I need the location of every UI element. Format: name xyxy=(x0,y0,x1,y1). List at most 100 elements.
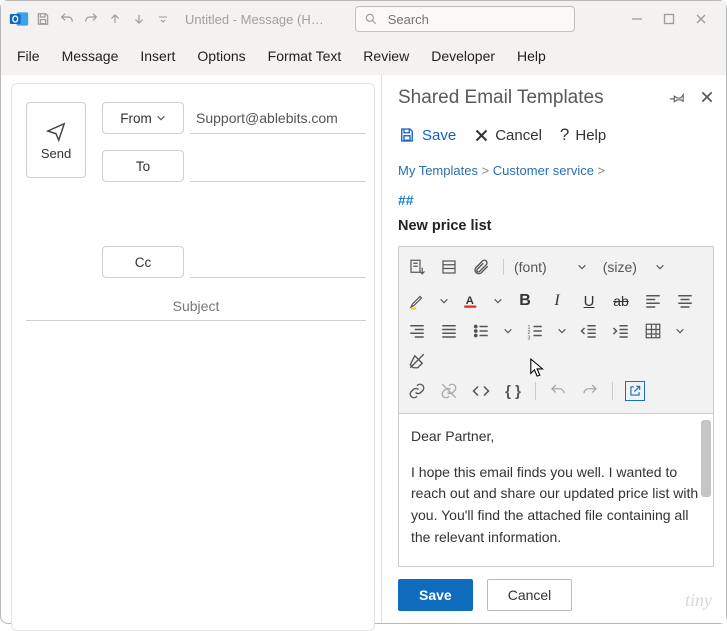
cc-button[interactable]: Cc xyxy=(102,246,184,278)
templates-cancel-label: Cancel xyxy=(495,127,542,144)
search-input[interactable] xyxy=(386,11,566,28)
qat-down-icon[interactable] xyxy=(131,11,147,27)
underline-icon[interactable]: U xyxy=(579,291,599,311)
from-button[interactable]: From xyxy=(102,102,184,134)
svg-text:A: A xyxy=(466,295,474,307)
ribbon-tab-developer[interactable]: Developer xyxy=(431,48,495,64)
unlink-icon[interactable] xyxy=(439,381,459,401)
clear-format-icon[interactable] xyxy=(407,351,427,371)
align-center-icon[interactable] xyxy=(675,291,695,311)
attachment-icon[interactable] xyxy=(471,257,491,277)
italic-icon[interactable]: I xyxy=(547,291,567,311)
templates-save-label: Save xyxy=(422,127,456,144)
qat-redo-icon[interactable] xyxy=(83,11,99,27)
chevron-down-icon xyxy=(156,113,166,123)
close-pane-icon[interactable] xyxy=(700,90,714,106)
save-icon xyxy=(398,126,416,144)
footer-save-button[interactable]: Save xyxy=(398,579,473,611)
search-box[interactable] xyxy=(355,6,575,32)
body-greeting: Dear Partner, xyxy=(411,426,701,448)
from-value[interactable]: Support@ablebits.com xyxy=(190,102,366,134)
qat-up-icon[interactable] xyxy=(107,11,123,27)
editor: (font) (size) A B I U xyxy=(398,246,714,567)
templates-cancel-button[interactable]: Cancel xyxy=(474,127,542,144)
ribbon-tab-message[interactable]: Message xyxy=(62,48,119,64)
window-close-icon[interactable] xyxy=(694,12,708,26)
pin-icon[interactable] xyxy=(670,90,686,106)
subject-row[interactable]: Subject xyxy=(26,298,366,321)
editor-body[interactable]: Dear Partner, I hope this email finds yo… xyxy=(399,414,713,566)
undo-icon[interactable] xyxy=(548,381,568,401)
ribbon-tab-review[interactable]: Review xyxy=(363,48,409,64)
template-name[interactable]: New price list xyxy=(398,218,714,234)
chevron-down-icon xyxy=(655,262,665,272)
chevron-down-icon[interactable] xyxy=(493,296,503,306)
templates-toolbar: Save Cancel ? Help xyxy=(398,125,714,145)
window-minimize-icon[interactable] xyxy=(630,12,644,26)
popout-icon[interactable] xyxy=(625,381,645,401)
cc-field[interactable] xyxy=(190,246,366,278)
bullets-icon[interactable] xyxy=(471,321,491,341)
templates-pane: Shared Email Templates Save Cancel ? Hel… xyxy=(381,75,726,623)
crumb-my-templates[interactable]: My Templates xyxy=(398,163,478,178)
outlook-logo-icon xyxy=(9,9,29,29)
font-family-label: (font) xyxy=(514,259,547,275)
templates-help-button[interactable]: ? Help xyxy=(560,125,606,145)
ribbon-tab-formattext[interactable]: Format Text xyxy=(268,48,342,64)
titlebar: Untitled - Message (H… xyxy=(1,1,726,37)
chevron-down-icon xyxy=(577,262,587,272)
templates-title: Shared Email Templates xyxy=(398,87,670,109)
body-paragraph: I hope this email finds you well. I want… xyxy=(411,462,701,549)
font-size-select[interactable]: (size) xyxy=(599,259,665,275)
ribbon-tab-file[interactable]: File xyxy=(17,48,40,64)
window-title: Untitled - Message (H… xyxy=(185,12,324,27)
insert-template-icon[interactable] xyxy=(407,257,427,277)
numbered-list-icon[interactable]: 123 xyxy=(525,321,545,341)
footer-cancel-button[interactable]: Cancel xyxy=(487,579,573,611)
cancel-icon xyxy=(474,128,489,143)
ribbon-tab-insert[interactable]: Insert xyxy=(140,48,175,64)
code-icon[interactable] xyxy=(471,381,491,401)
tiny-logo: tiny xyxy=(685,590,712,611)
redo-icon[interactable] xyxy=(580,381,600,401)
outdent-icon[interactable] xyxy=(579,321,599,341)
qat-overflow-icon[interactable] xyxy=(155,11,171,27)
to-field[interactable] xyxy=(190,150,366,182)
templates-save-button[interactable]: Save xyxy=(398,126,456,144)
align-justify-icon[interactable] xyxy=(439,321,459,341)
panel-icon[interactable] xyxy=(439,257,459,277)
editor-scrollbar[interactable] xyxy=(701,420,711,560)
window-maximize-icon[interactable] xyxy=(662,12,676,26)
ribbon-tab-help[interactable]: Help xyxy=(517,48,546,64)
compose-pane: Send From Support@ablebits.com To Cc Sub… xyxy=(11,83,375,631)
highlight-icon[interactable] xyxy=(407,291,427,311)
font-family-select[interactable]: (font) xyxy=(503,259,587,275)
send-button[interactable]: Send xyxy=(26,102,86,178)
chevron-down-icon[interactable] xyxy=(557,326,567,336)
template-tags[interactable]: ## xyxy=(398,192,714,208)
qat-save-icon[interactable] xyxy=(35,11,51,27)
bold-icon[interactable]: B xyxy=(515,291,535,311)
send-label: Send xyxy=(41,146,71,161)
templates-help-label: Help xyxy=(575,127,606,144)
indent-icon[interactable] xyxy=(611,321,631,341)
align-left-icon[interactable] xyxy=(643,291,663,311)
crumb-customer-service[interactable]: Customer service xyxy=(493,163,594,178)
chevron-down-icon[interactable] xyxy=(503,326,513,336)
ribbon-tab-options[interactable]: Options xyxy=(197,48,245,64)
from-label: From xyxy=(120,111,152,126)
qat-undo-icon[interactable] xyxy=(59,11,75,27)
braces-icon[interactable]: { } xyxy=(503,381,523,401)
chevron-down-icon[interactable] xyxy=(675,326,685,336)
table-icon[interactable] xyxy=(643,321,663,341)
strikethrough-icon[interactable]: ab xyxy=(611,291,631,311)
to-button[interactable]: To xyxy=(102,150,184,182)
link-icon[interactable] xyxy=(407,381,427,401)
chevron-down-icon[interactable] xyxy=(439,296,449,306)
align-right-icon[interactable] xyxy=(407,321,427,341)
svg-text:3: 3 xyxy=(528,335,531,340)
footer-cancel-label: Cancel xyxy=(508,587,552,603)
window-controls xyxy=(630,12,722,26)
breadcrumb: My Templates > Customer service > xyxy=(398,163,714,178)
font-color-icon[interactable]: A xyxy=(461,291,481,311)
